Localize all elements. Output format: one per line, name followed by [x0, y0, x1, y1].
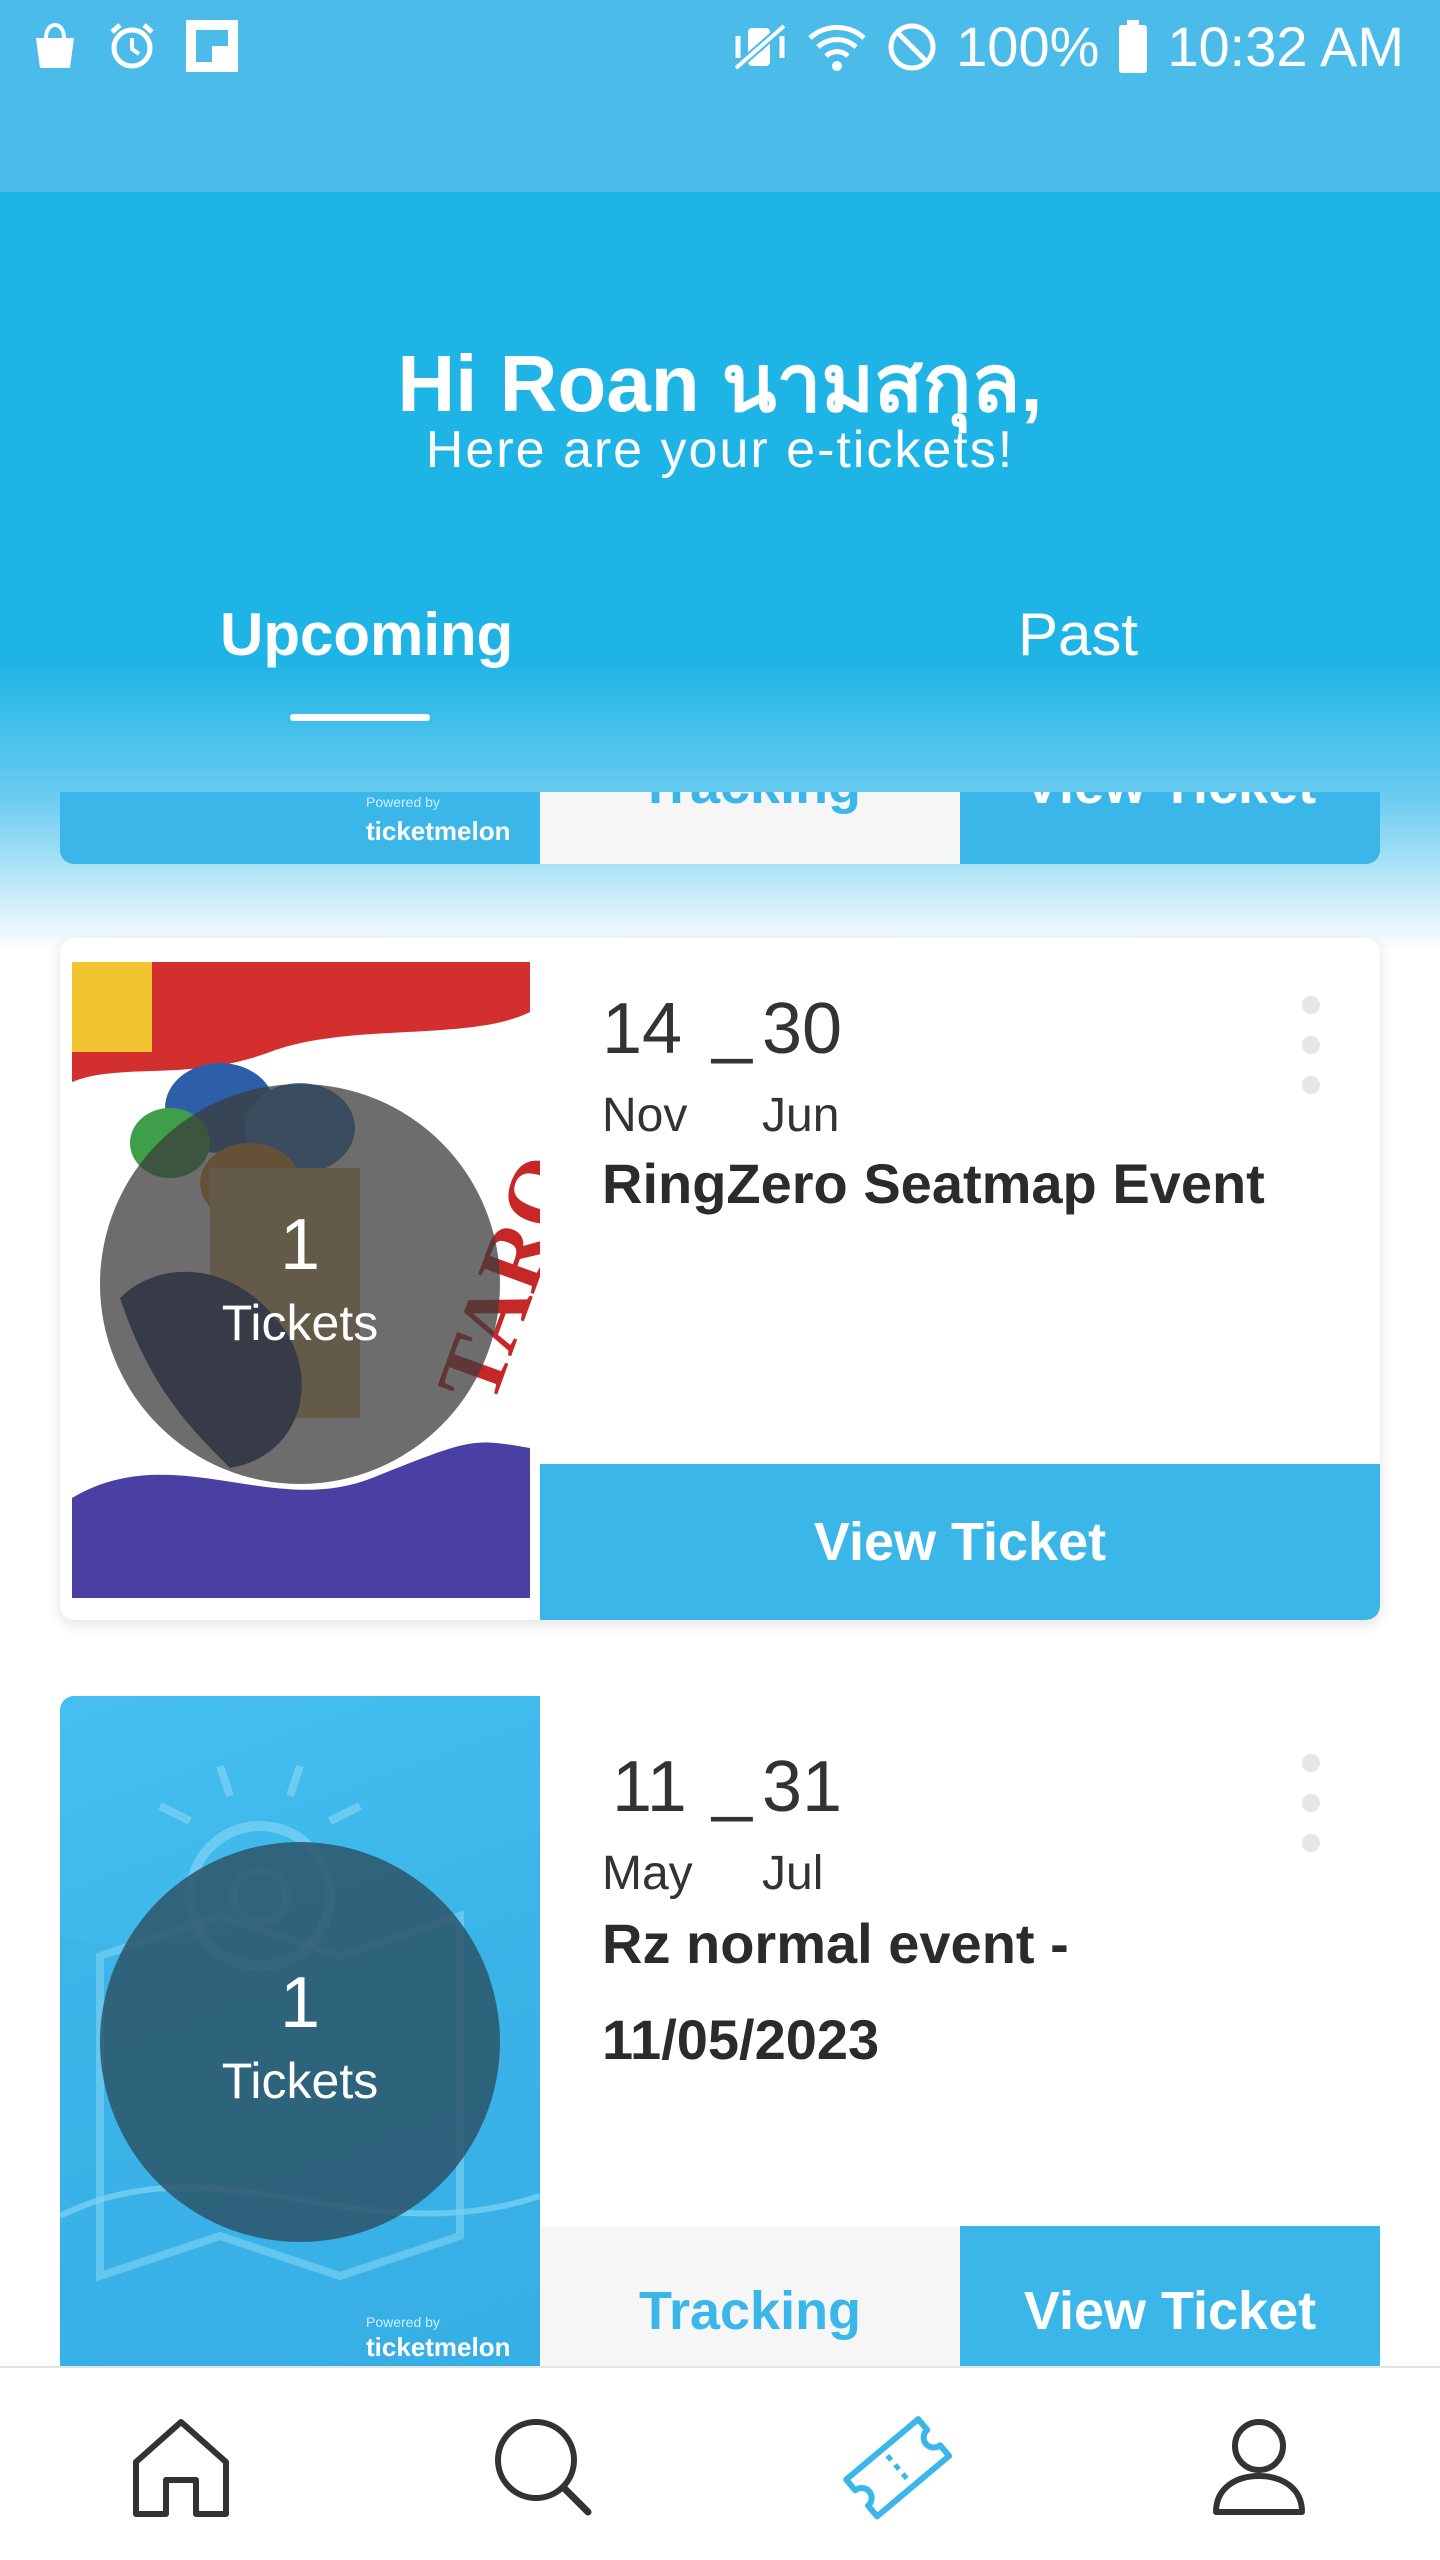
- end-month: Jul: [762, 1847, 824, 1900]
- view-ticket-button[interactable]: View Ticket: [960, 792, 1380, 816]
- wifi-icon: [806, 22, 868, 72]
- ticket-count-badge: 1 Tickets: [100, 1842, 500, 2242]
- flipboard-icon: [184, 18, 240, 74]
- tracking-button[interactable]: Tracking: [540, 792, 960, 864]
- event-title: RingZero Seatmap Event: [602, 1152, 1265, 1215]
- battery-percent: 100%: [956, 15, 1100, 78]
- event-card-partial: Powered by ticketmelon Tracking View Tic…: [60, 792, 1380, 864]
- more-options-icon[interactable]: [1302, 1754, 1326, 1874]
- start-day: 11: [612, 1747, 687, 1827]
- end-month: Jun: [762, 1089, 840, 1142]
- view-ticket-button[interactable]: View Ticket: [540, 1464, 1380, 1620]
- ticket-count: 1: [279, 1205, 321, 1285]
- end-day: 31: [762, 1747, 843, 1827]
- ticket-count: 1: [279, 1963, 321, 2043]
- start-month: Nov: [602, 1089, 688, 1142]
- tab-past[interactable]: Past: [1018, 600, 1138, 669]
- start-day: 14: [602, 989, 683, 1069]
- date-separator: _: [712, 985, 753, 1065]
- date-separator: _: [712, 1743, 753, 1823]
- search-icon[interactable]: [488, 2412, 598, 2522]
- ticket-count-badge: 1 Tickets: [100, 1084, 500, 1484]
- shopping-bag-icon: [30, 20, 80, 72]
- start-month: May: [602, 1847, 693, 1900]
- ticket-count-label: Tickets: [221, 1295, 379, 1351]
- profile-icon[interactable]: [1204, 2412, 1314, 2522]
- tracking-button-label: Tracking: [540, 792, 960, 816]
- tab-active-indicator: [290, 714, 430, 721]
- more-options-icon[interactable]: [1302, 996, 1326, 1116]
- alarm-icon: [106, 20, 158, 72]
- clock: 10:32 AM: [1167, 15, 1404, 78]
- event-title: Rz normal event - 11/05/2023: [602, 1912, 1069, 2071]
- blocked-icon: [886, 21, 938, 73]
- powered-by-label: Powered by: [366, 2314, 440, 2330]
- bottom-navigation: [0, 2366, 1440, 2560]
- ticket-icon[interactable]: [842, 2412, 953, 2522]
- end-day: 30: [762, 989, 843, 1069]
- ticket-count-label: Tickets: [221, 2053, 379, 2109]
- tab-upcoming[interactable]: Upcoming: [220, 600, 513, 669]
- event-card[interactable]: TARO 1 Tickets 14 Nov _ 30 Jun RingZero …: [60, 938, 1380, 1620]
- event-image: TARO 1 Tickets: [60, 938, 540, 1620]
- vibrate-mute-icon: [732, 22, 788, 72]
- status-bar: 100% 10:32 AM: [0, 0, 1440, 192]
- powered-by-label: Powered by: [366, 794, 440, 810]
- brand-logo: ticketmelon: [366, 2332, 511, 2362]
- screen: 100% 10:32 AM Hi Roan นามสกุล, Here are …: [0, 0, 1440, 2560]
- subtitle: Here are your e-tickets!: [425, 421, 1015, 479]
- status-left-icons: [30, 18, 240, 74]
- status-right: 100% 10:32 AM: [732, 14, 1404, 79]
- home-icon[interactable]: [126, 2412, 236, 2522]
- battery-icon: [1117, 19, 1149, 74]
- brand-logo: ticketmelon: [366, 816, 511, 846]
